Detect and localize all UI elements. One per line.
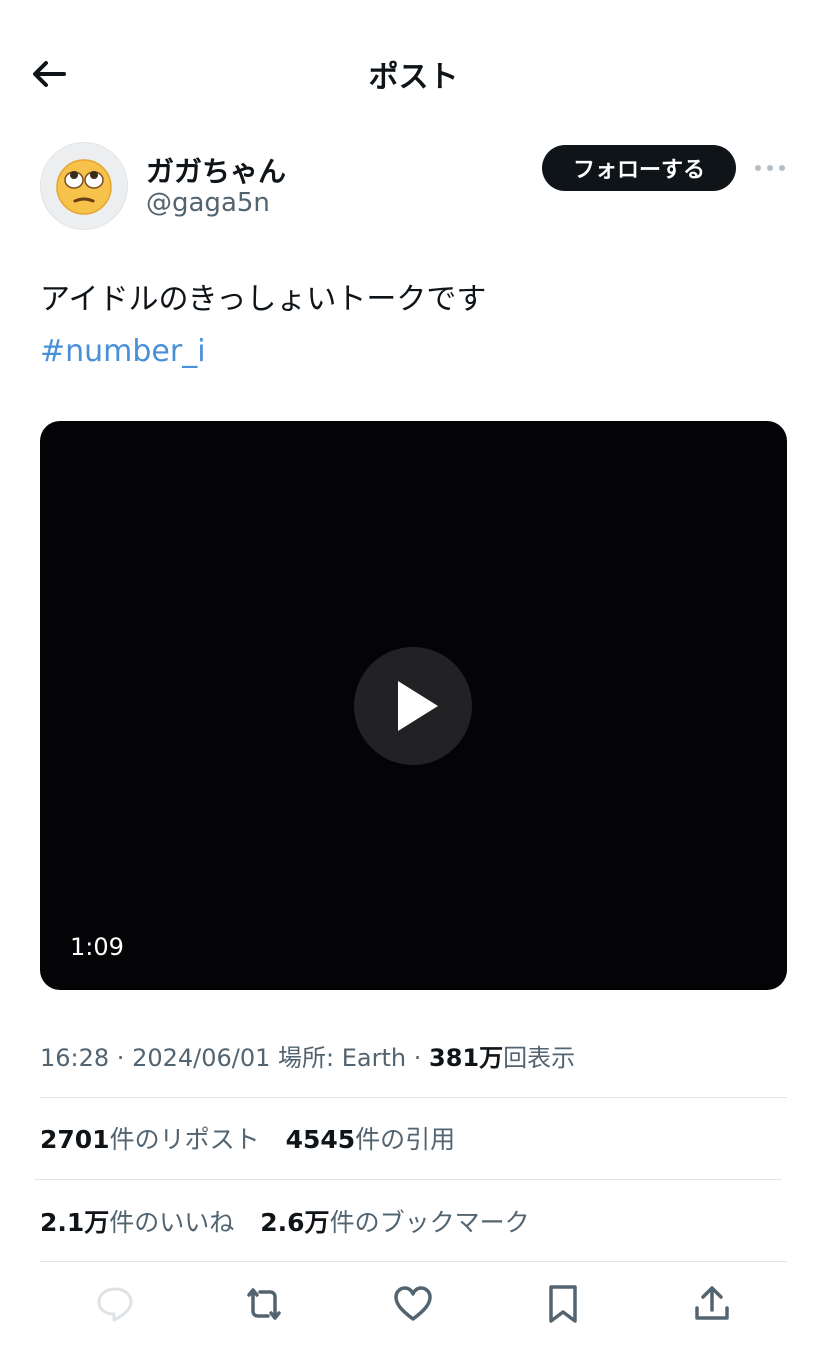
play-icon xyxy=(398,681,438,731)
divider xyxy=(40,1261,787,1262)
bookmark-icon xyxy=(549,1285,577,1323)
like-count-label: 件のいいね xyxy=(109,1208,235,1237)
bookmark-count-link[interactable]: 2.6万件のブックマーク xyxy=(260,1208,529,1237)
play-button[interactable] xyxy=(354,647,472,765)
repost-count-label: 件のリポスト xyxy=(109,1125,260,1154)
view-count: 381万 xyxy=(429,1044,504,1072)
reply-icon xyxy=(97,1287,133,1322)
post-meta: 16:28 · 2024/06/01 場所: Earth · 381万回表示 xyxy=(40,1038,575,1073)
like-count-link[interactable]: 2.1万件のいいね xyxy=(40,1208,234,1237)
location-prefix: 場所: xyxy=(278,1044,342,1072)
hashtag-link[interactable]: #number_i xyxy=(40,332,206,372)
view-label: 回表示 xyxy=(503,1044,576,1072)
meta-separator: · xyxy=(406,1044,429,1072)
stats-row-likes: 2.1万件のいいね 2.6万件のブックマーク xyxy=(40,1203,548,1239)
quote-count-link[interactable]: 4545件の引用 xyxy=(286,1125,456,1154)
page-title: ポスト xyxy=(368,60,459,95)
repost-icon xyxy=(247,1288,281,1320)
header: ポスト xyxy=(0,0,827,145)
share-button[interactable] xyxy=(687,1279,737,1329)
like-count: 2.1万 xyxy=(40,1208,110,1237)
bookmark-button[interactable] xyxy=(538,1279,588,1329)
author-handle[interactable]: @gaga5n xyxy=(146,188,270,218)
repost-button[interactable] xyxy=(239,1279,289,1329)
stats-row-reposts: 2701件のリポスト 4545件の引用 xyxy=(40,1120,473,1156)
more-button[interactable] xyxy=(752,150,788,186)
video-player[interactable]: 1:09 xyxy=(40,421,787,990)
post-date: 2024/06/01 xyxy=(132,1044,271,1072)
video-duration: 1:09 xyxy=(70,933,124,961)
more-horizontal-icon xyxy=(755,165,785,171)
meta-separator: · xyxy=(109,1044,133,1072)
author-display-name[interactable]: ガガちゃん xyxy=(146,150,286,190)
post-location: Earth xyxy=(341,1044,407,1072)
quote-count-label: 件の引用 xyxy=(355,1125,456,1154)
post-time: 16:28 xyxy=(40,1044,110,1072)
repost-count-link[interactable]: 2701件のリポスト xyxy=(40,1125,260,1154)
post-text: アイドルのきっしょいトークです xyxy=(40,282,487,317)
share-icon xyxy=(695,1286,729,1320)
avatar[interactable] xyxy=(40,142,128,230)
action-bar xyxy=(40,1270,787,1338)
follow-button[interactable]: フォローする xyxy=(542,145,736,191)
bookmark-count: 2.6万 xyxy=(260,1208,330,1237)
divider xyxy=(40,1097,787,1098)
repost-count: 2701 xyxy=(40,1125,110,1154)
bookmark-count-label: 件のブックマーク xyxy=(329,1208,530,1237)
like-button[interactable] xyxy=(388,1279,438,1329)
divider xyxy=(34,1179,782,1180)
reply-button[interactable] xyxy=(90,1279,140,1329)
like-icon xyxy=(394,1286,433,1321)
eye-roll-emoji-icon xyxy=(56,159,112,215)
quote-count: 4545 xyxy=(285,1125,356,1154)
